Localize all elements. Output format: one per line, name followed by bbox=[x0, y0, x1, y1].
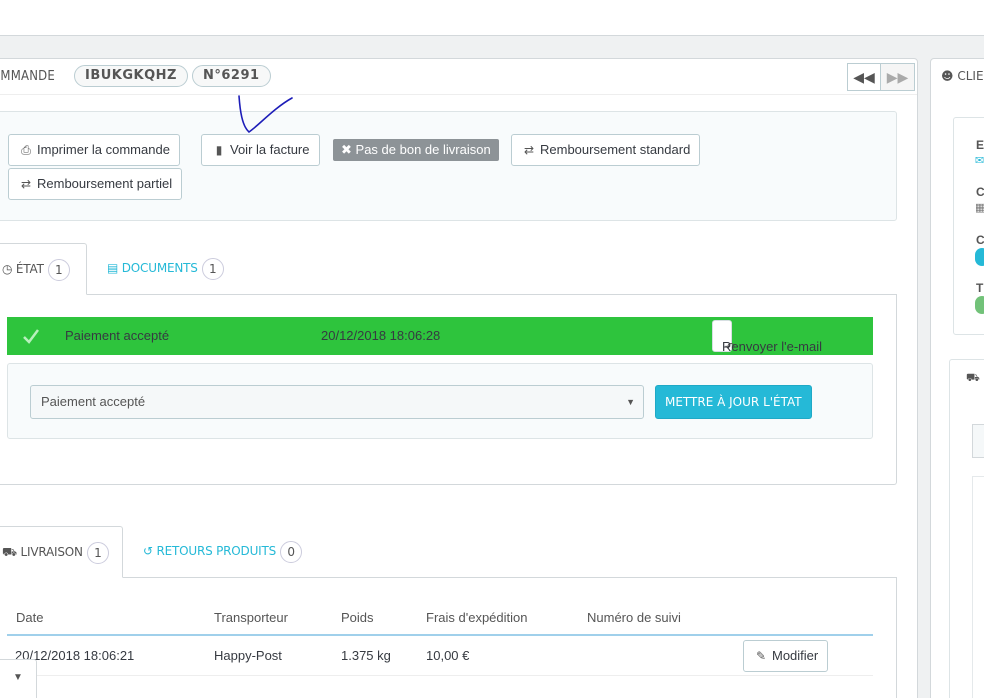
tab-delivery-count: 1 bbox=[86, 541, 109, 564]
address-tab[interactable] bbox=[972, 424, 984, 458]
customer-letter-1: E bbox=[976, 138, 984, 152]
row-date: 20/12/2018 18:06:21 bbox=[7, 635, 214, 676]
no-delivery-slip-button: ✖ Pas de bon de livraison bbox=[333, 139, 499, 161]
truck-icon: ⛟ bbox=[966, 372, 980, 384]
current-status-name: Paiement accepté bbox=[65, 328, 170, 343]
undo-icon: ↺ bbox=[143, 544, 153, 558]
print-order-label: Imprimer la commande bbox=[37, 142, 170, 157]
order-heading-label: OMMANDE bbox=[0, 69, 55, 84]
resend-email-button[interactable]: ↶ Renvoyer l'e-mail bbox=[712, 320, 822, 354]
tab-state-label: ÉTAT bbox=[15, 262, 44, 276]
edit-shipping-label: Modifier bbox=[772, 648, 819, 663]
tab-documents-label: DOCUMENTS bbox=[121, 261, 198, 275]
calendar-icon: ▦ bbox=[975, 202, 984, 214]
tab-delivery-label: LIVRAISON bbox=[20, 545, 83, 559]
chevron-down-icon: ▼ bbox=[13, 672, 23, 683]
customer-letter-4: T bbox=[976, 281, 984, 295]
update-status-button[interactable]: METTRE À JOUR L'ÉTAT bbox=[655, 385, 812, 419]
header-date: Date bbox=[7, 601, 214, 636]
standard-refund-label: Remboursement standard bbox=[540, 142, 691, 157]
collapse-toggle[interactable]: ▼ bbox=[0, 659, 37, 698]
order-panel: OMMANDE IBUKGKQHZ N°6291 ◀◀ ▶▶ ⎙ Imprimer… bbox=[0, 58, 918, 698]
header-actions bbox=[737, 601, 873, 636]
shipping-table: Date Transporteur Poids Frais d'expéditi… bbox=[7, 601, 873, 676]
table-row: 20/12/2018 18:06:21 Happy-Post 1.375 kg … bbox=[7, 635, 873, 676]
envelope-icon: ✉ bbox=[975, 155, 984, 167]
customer-address-panel: ⛟ bbox=[949, 359, 984, 698]
order-heading: OMMANDE IBUKGKQHZ N°6291 ◀◀ ▶▶ bbox=[0, 59, 917, 95]
order-navigation: ◀◀ ▶▶ bbox=[847, 63, 915, 91]
view-invoice-button[interactable]: ▮ Voir la facture bbox=[201, 134, 320, 166]
exchange-icon: ⇄ bbox=[20, 177, 32, 191]
order-reference-badge: IBUKGKQHZ bbox=[74, 65, 188, 87]
truck-icon: ⛟ bbox=[2, 545, 17, 559]
tab-documents-count: 1 bbox=[201, 257, 224, 280]
current-status-row: Paiement accepté 20/12/2018 18:06:28 ↶ Re… bbox=[7, 317, 873, 355]
clock-icon: ◷ bbox=[2, 262, 13, 276]
row-actions: ✎ Modifier bbox=[737, 635, 873, 676]
file-icon: ▮ bbox=[215, 143, 223, 157]
order-number-badge: N°6291 bbox=[192, 65, 271, 87]
header-fee: Frais d'expédition bbox=[426, 601, 587, 636]
tab-product-returns[interactable]: ↺ RETOURS PRODUITS 0 bbox=[127, 526, 318, 578]
exchange-icon: ⇄ bbox=[523, 143, 535, 157]
resend-email-label: Renvoyer l'e-mail bbox=[722, 339, 823, 354]
row-carrier: Happy-Post bbox=[214, 635, 341, 676]
status-update-well: Paiement accepté ▼ METTRE À JOUR L'ÉTAT bbox=[7, 363, 873, 439]
customer-panel-heading: ☻ CLIE bbox=[941, 69, 984, 83]
tab-delivery[interactable]: ⛟ LIVRAISON 1 bbox=[0, 526, 123, 578]
caret-down-icon: ▼ bbox=[626, 397, 635, 407]
customer-letter-3: C bbox=[976, 233, 984, 247]
status-tabbar: ◷ ÉTAT 1 ▤ DOCUMENTS 1 bbox=[0, 243, 897, 295]
shipping-tabbar: ⛟ LIVRAISON 1 ↺ RETOURS PRODUITS 0 bbox=[0, 526, 897, 578]
tab-product-returns-count: 0 bbox=[280, 540, 303, 563]
check-icon bbox=[23, 329, 39, 344]
document-icon: ▤ bbox=[107, 261, 119, 275]
customer-info-well: E ✉ C ▦ C T bbox=[953, 117, 984, 335]
order-actions-well: ⎙ Imprimer la commande ▮ Voir la facture ✖… bbox=[0, 111, 897, 221]
tab-documents[interactable]: ▤ DOCUMENTS 1 bbox=[91, 243, 240, 295]
address-body bbox=[972, 476, 984, 698]
tab-state[interactable]: ◷ ÉTAT 1 bbox=[0, 243, 87, 295]
status-select-value: Paiement accepté bbox=[41, 394, 146, 409]
tab-state-count: 1 bbox=[47, 258, 70, 281]
orders-count-badge bbox=[975, 248, 984, 266]
pencil-icon: ✎ bbox=[755, 649, 767, 663]
partial-refund-label: Remboursement partiel bbox=[37, 176, 173, 191]
current-status-date: 20/12/2018 18:06:28 bbox=[321, 328, 441, 343]
top-bar bbox=[0, 0, 984, 36]
customer-panel: ☻ CLIE E ✉ C ▦ C T ⛟ bbox=[930, 58, 984, 698]
close-icon: ✖ bbox=[341, 142, 352, 157]
row-tracking bbox=[587, 635, 737, 676]
view-invoice-label: Voir la facture bbox=[230, 142, 310, 157]
user-icon: ☻ bbox=[941, 69, 954, 83]
printer-icon: ⎙ bbox=[21, 143, 31, 157]
header-carrier: Transporteur bbox=[214, 601, 341, 636]
no-delivery-slip-label: Pas de bon de livraison bbox=[355, 142, 491, 157]
update-status-label: METTRE À JOUR L'ÉTAT bbox=[665, 395, 802, 409]
total-badge bbox=[975, 296, 984, 314]
row-weight: 1.375 kg bbox=[341, 635, 426, 676]
status-select[interactable]: Paiement accepté ▼ bbox=[30, 385, 644, 419]
shipping-table-header: Date Transporteur Poids Frais d'expéditi… bbox=[7, 601, 873, 636]
edit-shipping-button[interactable]: ✎ Modifier bbox=[743, 640, 829, 672]
partial-refund-button[interactable]: ⇄ Remboursement partiel bbox=[8, 168, 183, 200]
customer-panel-heading-label: CLIE bbox=[957, 69, 984, 83]
previous-order-icon[interactable]: ◀◀ bbox=[847, 63, 881, 91]
next-order-icon[interactable]: ▶▶ bbox=[881, 63, 915, 91]
print-order-button[interactable]: ⎙ Imprimer la commande bbox=[8, 134, 180, 166]
header-weight: Poids bbox=[341, 601, 426, 636]
standard-refund-button[interactable]: ⇄ Remboursement standard bbox=[511, 134, 701, 166]
header-tracking: Numéro de suivi bbox=[587, 601, 737, 636]
customer-letter-2: C bbox=[976, 185, 984, 199]
tab-product-returns-label: RETOURS PRODUITS bbox=[156, 544, 277, 558]
row-fee: 10,00 € bbox=[426, 635, 587, 676]
